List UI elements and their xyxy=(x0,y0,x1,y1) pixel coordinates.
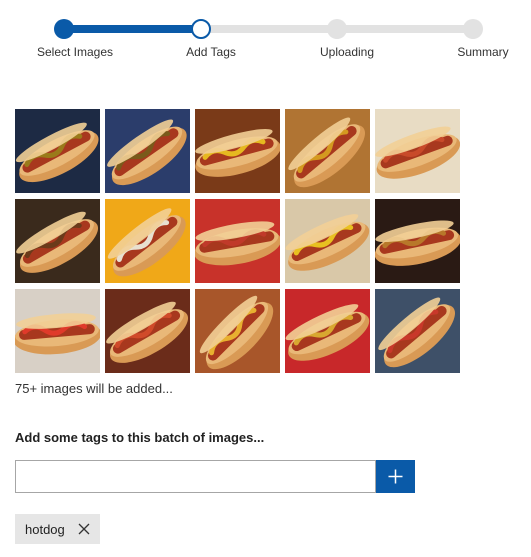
step-marker-summary xyxy=(463,19,483,39)
step-label-select-images: Select Images xyxy=(36,45,114,59)
image-thumbnail xyxy=(375,109,460,193)
image-thumbnail xyxy=(15,289,100,373)
tag-chip-label: hotdog xyxy=(25,521,65,537)
image-thumbnail-grid xyxy=(15,109,460,373)
progress-track-complete xyxy=(64,25,202,33)
image-thumbnail xyxy=(105,199,190,283)
image-thumbnail xyxy=(195,289,280,373)
image-thumbnail xyxy=(285,109,370,193)
image-thumbnail xyxy=(285,289,370,373)
image-thumbnail xyxy=(375,199,460,283)
image-thumbnail xyxy=(15,109,100,193)
close-icon xyxy=(78,523,90,535)
tags-heading: Add some tags to this batch of images... xyxy=(15,430,265,445)
image-count-text: 75+ images will be added... xyxy=(15,381,173,396)
step-marker-select-images xyxy=(54,19,74,39)
add-tag-button[interactable] xyxy=(376,460,415,493)
step-label-summary: Summary xyxy=(457,45,509,59)
tag-input[interactable] xyxy=(15,460,376,493)
plus-icon xyxy=(388,469,403,484)
image-thumbnail xyxy=(105,109,190,193)
progress-stepper: Select Images Add Tags Uploading Summary xyxy=(0,0,531,70)
tag-chip: hotdog xyxy=(15,514,100,544)
step-marker-uploading xyxy=(327,19,347,39)
step-label-uploading: Uploading xyxy=(319,45,375,59)
step-marker-add-tags xyxy=(191,19,211,39)
step-label-add-tags: Add Tags xyxy=(186,45,236,59)
image-thumbnail xyxy=(105,289,190,373)
image-thumbnail xyxy=(285,199,370,283)
image-thumbnail xyxy=(15,199,100,283)
image-thumbnail xyxy=(375,289,460,373)
remove-tag-button[interactable] xyxy=(77,522,91,536)
image-thumbnail xyxy=(195,109,280,193)
image-thumbnail xyxy=(195,199,280,283)
